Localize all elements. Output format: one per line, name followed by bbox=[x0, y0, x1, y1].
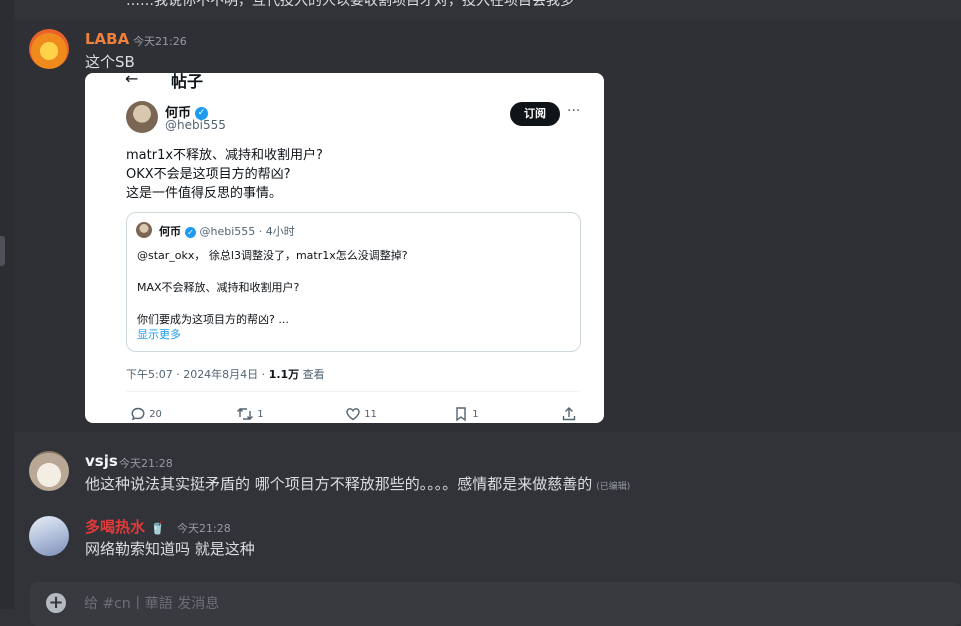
quote-header: 何币 ✓ @hebi555 · 4小时 bbox=[159, 223, 295, 239]
poster-avatar bbox=[126, 101, 158, 133]
bookmark-count: 1 bbox=[472, 409, 479, 420]
message-input-bar: + 给 #cn丨華語 发消息 bbox=[30, 582, 961, 626]
timestamp: 今天21:28 bbox=[119, 457, 173, 470]
scroll-handle[interactable] bbox=[0, 236, 5, 266]
share-icon bbox=[562, 407, 576, 421]
poster-handle: @hebi555 bbox=[165, 118, 226, 132]
retweet-icon bbox=[237, 408, 253, 420]
server-column bbox=[0, 0, 14, 609]
quote-line: MAX不会释放、减持和收割用户? bbox=[137, 281, 300, 294]
username[interactable]: vsjs bbox=[85, 452, 118, 470]
reply-count: 20 bbox=[149, 409, 162, 420]
bookmark-action: 1 bbox=[453, 406, 479, 422]
message-body: 他这种说法其实挺矛盾的 哪个项目方不释放那些的。。。。感情都是来做慈善的 bbox=[85, 475, 593, 493]
username-text: 多喝热水 bbox=[85, 518, 146, 536]
quoted-post: 何币 ✓ @hebi555 · 4小时 @star_okx， 徐总l3调整没了，m… bbox=[126, 212, 581, 352]
reply-icon bbox=[131, 407, 145, 421]
more-icon: ··· bbox=[567, 103, 581, 119]
share-action bbox=[561, 406, 577, 422]
like-action: 11 bbox=[345, 406, 377, 422]
avatar[interactable] bbox=[29, 516, 69, 556]
avatar[interactable] bbox=[29, 29, 69, 69]
quote-name: 何币 bbox=[159, 225, 181, 238]
like-count: 11 bbox=[364, 409, 377, 420]
username[interactable]: LABA bbox=[85, 30, 129, 48]
back-arrow-icon: ← bbox=[125, 73, 139, 88]
quote-line: @star_okx， 徐总l3调整没了，matr1x怎么没调整掉? bbox=[137, 249, 408, 262]
post-line: 这是一件值得反思的事情。 bbox=[126, 186, 283, 201]
message-input[interactable]: 给 #cn丨華語 发消息 bbox=[84, 593, 219, 613]
retweet-action: 1 bbox=[236, 406, 264, 422]
edited-label: (已编辑) bbox=[596, 482, 631, 492]
verified-icon: ✓ bbox=[185, 226, 196, 238]
post-meta: 下午5:07 · 2024年8月4日 · 1.1万 查看 bbox=[126, 366, 325, 382]
post-title: 帖子 bbox=[171, 73, 204, 91]
view-count: 1.1万 bbox=[268, 368, 300, 381]
add-attachment-icon[interactable]: + bbox=[46, 593, 66, 613]
message-text: 他这种说法其实挺矛盾的 哪个项目方不释放那些的。。。。感情都是来做慈善的 (已编辑… bbox=[85, 473, 630, 494]
quote-avatar bbox=[136, 222, 152, 238]
show-more-link: 显示更多 bbox=[137, 328, 181, 341]
divider bbox=[126, 391, 579, 392]
post-line: matr1x不释放、减持和收割用户? bbox=[126, 148, 323, 163]
post-line: OKX不会是这项目方的帮凶? bbox=[126, 167, 291, 182]
image-attachment[interactable]: ← 帖子 何币 ✓ @hebi555 订阅 ··· matr1x不释放、减持和收割… bbox=[85, 73, 604, 423]
previous-message-fragment: ……我说你不不明，互代投入的人以要收割项目才对，投入在项目会我多 bbox=[0, 0, 961, 14]
bookmark-icon bbox=[456, 407, 466, 422]
post-body: matr1x不释放、减持和收割用户? OKX不会是这项目方的帮凶? 这是一件值得… bbox=[126, 146, 323, 203]
quote-handle-time: @hebi555 · 4小时 bbox=[199, 225, 295, 238]
username[interactable]: 多喝热水 🥤 bbox=[85, 516, 165, 537]
avatar[interactable] bbox=[29, 451, 69, 491]
quote-line: 你们要成为这项目方的帮凶? ... bbox=[137, 313, 289, 326]
post-time: 下午5:07 · 2024年8月4日 · bbox=[126, 368, 269, 381]
timestamp: 今天21:28 bbox=[177, 522, 231, 535]
message-text: 网络勒索知道吗 就是这种 bbox=[85, 540, 255, 558]
reply-action: 20 bbox=[130, 406, 162, 422]
heart-icon bbox=[346, 408, 360, 421]
message-text: 这个SB bbox=[85, 53, 135, 71]
retweet-count: 1 bbox=[257, 409, 264, 420]
timestamp: 今天21:26 bbox=[133, 35, 187, 48]
subscribe-button: 订阅 bbox=[510, 102, 560, 126]
views-label: 查看 bbox=[299, 368, 325, 381]
badge-icon: 🥤 bbox=[150, 521, 166, 535]
message-text: ……我说你不不明，互代投入的人以要收割项目才对，投入在项目会我多 bbox=[126, 0, 574, 9]
